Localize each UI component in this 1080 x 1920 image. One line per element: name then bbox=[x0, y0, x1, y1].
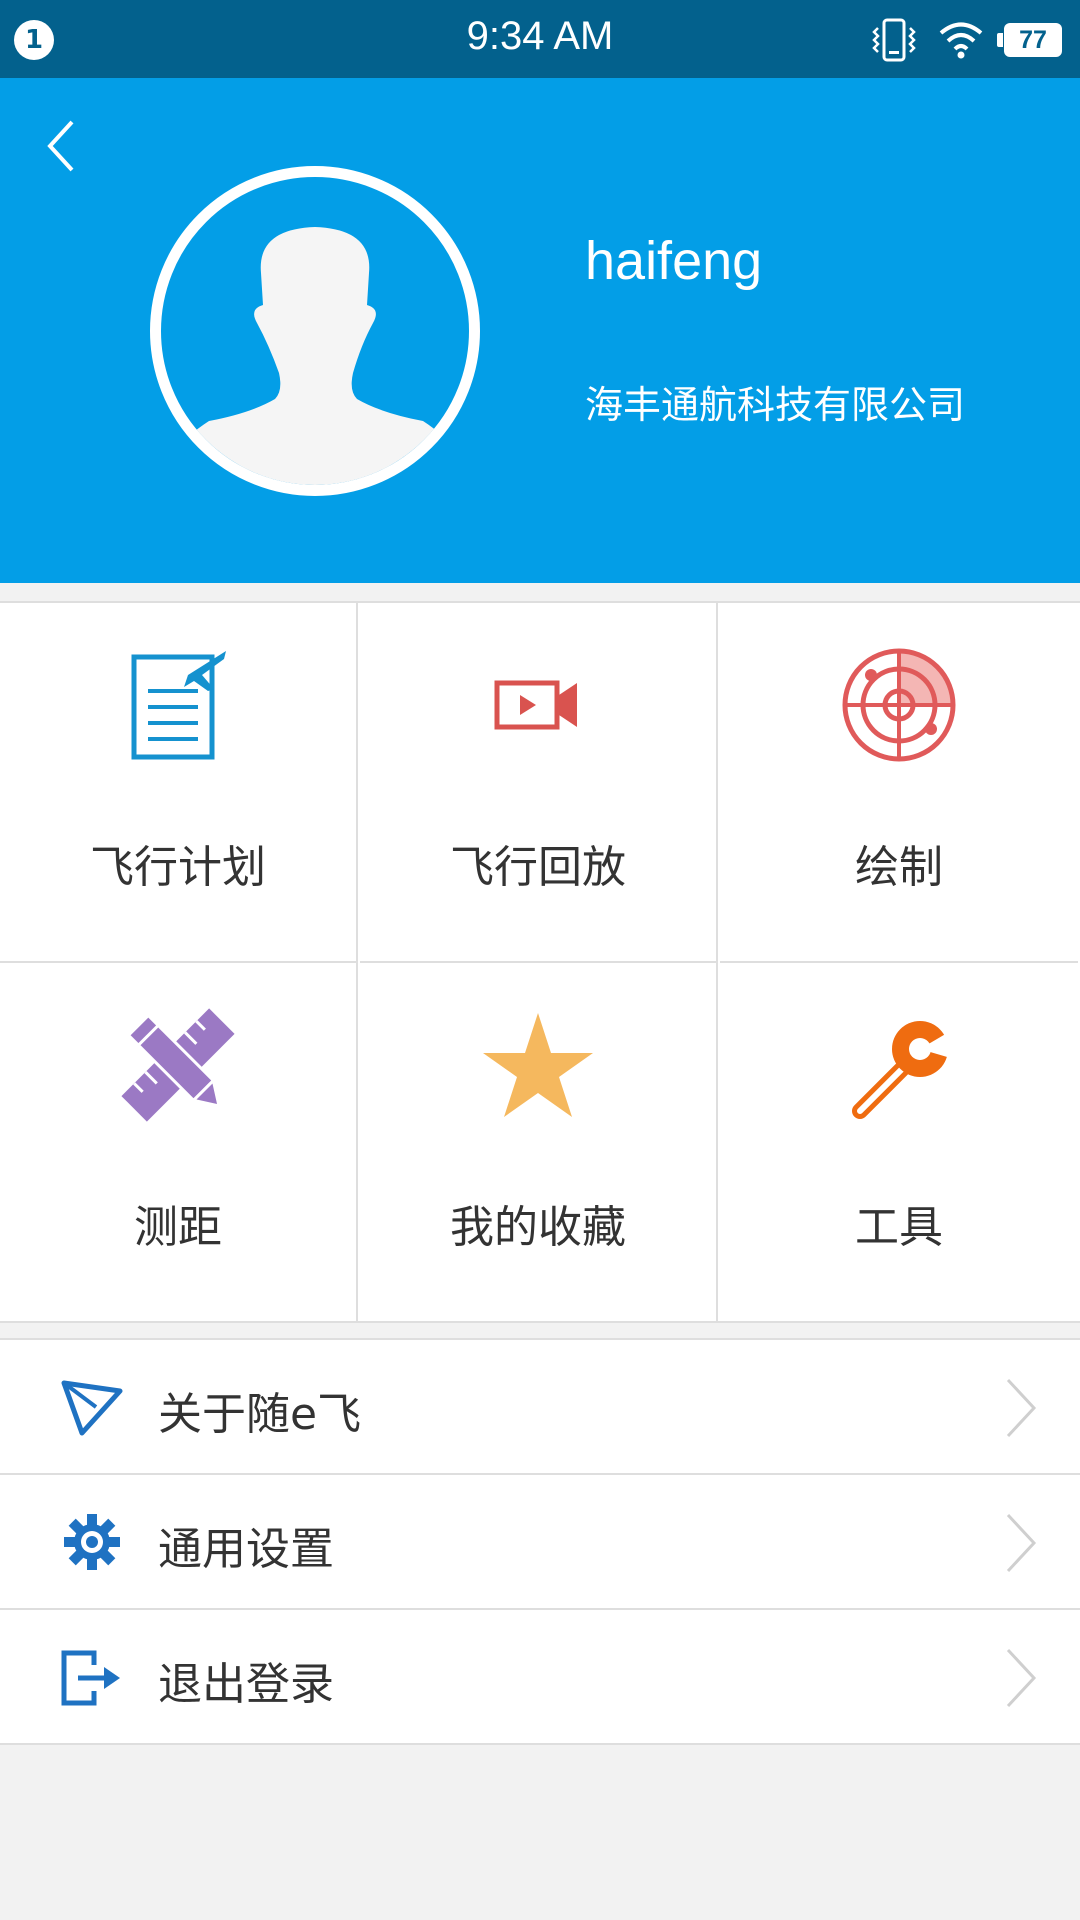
grid-item-label: 绘制 bbox=[855, 842, 943, 893]
chevron-left-icon bbox=[47, 120, 74, 172]
company-name: 海丰通航科技有限公司 bbox=[585, 383, 966, 427]
chevron-right-icon bbox=[1006, 1513, 1037, 1573]
feature-grid: 飞行计划 飞行回放 绘制 测距 我的收藏 工具 bbox=[0, 601, 1080, 1323]
status-bar: 1 9:34 AM 77 bbox=[0, 0, 1080, 78]
wrench-icon bbox=[720, 1005, 1078, 1125]
chevron-right-icon bbox=[1006, 1648, 1037, 1708]
grid-item-label: 我的收藏 bbox=[450, 1202, 626, 1253]
ruler-pencil-icon bbox=[0, 1005, 356, 1125]
grid-item-flight-plan[interactable]: 飞行计划 bbox=[0, 603, 358, 963]
menu-item-logout[interactable]: 退出登录 bbox=[0, 1610, 1080, 1745]
grid-item-draw[interactable]: 绘制 bbox=[720, 603, 1078, 963]
battery-icon: 77 bbox=[997, 23, 1062, 57]
vibrate-icon bbox=[872, 18, 916, 62]
grid-item-tools[interactable]: 工具 bbox=[720, 963, 1078, 1323]
menu-item-label: 通用设置 bbox=[158, 1524, 334, 1575]
status-icons: 77 bbox=[870, 16, 1062, 64]
grid-item-flight-replay[interactable]: 飞行回放 bbox=[360, 603, 718, 963]
star-icon bbox=[360, 1005, 716, 1125]
menu-item-label: 关于随e飞 bbox=[158, 1389, 362, 1440]
menu-item-general-settings[interactable]: 通用设置 bbox=[0, 1475, 1080, 1610]
logout-icon bbox=[60, 1645, 124, 1709]
user-silhouette-icon bbox=[161, 227, 469, 485]
menu-item-label: 退出登录 bbox=[158, 1659, 334, 1710]
chevron-right-icon bbox=[1006, 1378, 1037, 1438]
menu-item-about[interactable]: 关于随e飞 bbox=[0, 1340, 1080, 1475]
grid-item-label: 工具 bbox=[855, 1202, 943, 1253]
wifi-icon bbox=[939, 22, 983, 59]
video-replay-icon bbox=[360, 645, 716, 765]
radar-icon bbox=[720, 645, 1078, 765]
back-button[interactable] bbox=[34, 110, 90, 182]
grid-item-label: 飞行计划 bbox=[90, 842, 266, 893]
grid-item-favorites[interactable]: 我的收藏 bbox=[360, 963, 718, 1323]
profile-header: haifeng 海丰通航科技有限公司 bbox=[0, 78, 1080, 583]
username: haifeng bbox=[585, 231, 763, 291]
avatar[interactable] bbox=[150, 166, 480, 496]
gear-icon bbox=[60, 1510, 124, 1574]
flight-plan-icon bbox=[0, 645, 356, 765]
grid-item-measure[interactable]: 测距 bbox=[0, 963, 358, 1323]
paper-plane-icon bbox=[60, 1375, 124, 1439]
grid-item-label: 飞行回放 bbox=[450, 842, 626, 893]
grid-item-label: 测距 bbox=[134, 1202, 222, 1253]
settings-menu: 关于随e飞 通用设置 退出登录 bbox=[0, 1338, 1080, 1745]
